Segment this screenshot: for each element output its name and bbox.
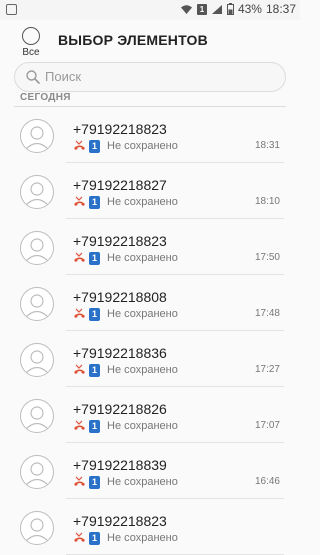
contact-avatar-icon (20, 511, 54, 545)
phone-number: +79192218836 (73, 345, 167, 361)
call-time: 17:48 (254, 308, 280, 319)
phone-number: +79192218823 (73, 233, 167, 249)
missed-call-icon (73, 476, 86, 494)
phone-number: +79192218823 (73, 121, 167, 137)
sim-badge: 1 (89, 252, 100, 265)
contact-status: Не сохранено (107, 476, 178, 488)
missed-call-icon (73, 532, 86, 550)
sim-badge: 1 (89, 196, 100, 209)
call-log-list: +79192218823 1 Не сохранено 18:31 +791922188… (0, 107, 300, 555)
contact-avatar-icon (20, 343, 54, 377)
contact-status: Не сохранено (107, 196, 178, 208)
missed-call-icon (73, 420, 86, 438)
contact-avatar-icon (20, 287, 54, 321)
missed-call-icon (73, 140, 86, 158)
call-log-item[interactable]: +79192218823 1 Не сохранено (0, 499, 300, 555)
call-time: 16:46 (254, 476, 280, 487)
missed-call-icon (73, 252, 86, 270)
sim-badge: 1 (89, 420, 100, 433)
sim-badge: 1 (89, 140, 100, 153)
search-input[interactable]: Поиск (14, 62, 286, 92)
contact-status: Не сохранено (107, 252, 178, 264)
phone-number: +79192218808 (73, 289, 167, 305)
call-log-item[interactable]: +79192218808 1 Не сохранено 17:48 (0, 275, 300, 331)
phone-number: +79192218827 (73, 177, 167, 193)
contact-avatar-icon (20, 455, 54, 489)
signal-icon (211, 4, 222, 14)
call-log-item[interactable]: +79192218826 1 Не сохранено 17:07 (0, 387, 300, 443)
contact-status: Не сохранено (107, 420, 178, 432)
select-all-checkbox[interactable]: Все (19, 27, 43, 58)
page-title: ВЫБОР ЭЛЕМЕНТОВ (58, 32, 208, 48)
status-bar: 1 43% 18:37 (0, 0, 300, 20)
battery-percent: 43% (237, 2, 262, 16)
contact-avatar-icon (20, 119, 54, 153)
call-log-item[interactable]: +79192218823 1 Не сохранено 17:50 (0, 219, 300, 275)
contact-avatar-icon (20, 231, 54, 265)
header: Все ВЫБОР ЭЛЕМЕНТОВ (0, 20, 300, 62)
contact-status: Не сохранено (107, 364, 178, 376)
search-placeholder: Поиск (45, 69, 82, 84)
call-log-item[interactable]: +79192218836 1 Не сохранено 17:27 (0, 331, 300, 387)
sim-badge: 1 (89, 308, 100, 321)
call-time: 18:31 (254, 140, 280, 151)
contact-avatar-icon (20, 399, 54, 433)
wifi-icon (180, 4, 192, 14)
call-time: 17:50 (254, 252, 280, 263)
missed-call-icon (73, 308, 86, 326)
phone-number: +79192218823 (73, 513, 167, 529)
sim-indicator: 1 (196, 3, 207, 15)
search-icon (26, 70, 40, 84)
battery-icon (226, 3, 234, 15)
checkbox-circle-icon (22, 27, 40, 45)
call-log-item[interactable]: +79192218823 1 Не сохранено 18:31 (0, 107, 300, 163)
notification-icons (6, 4, 17, 15)
call-log-item[interactable]: +79192218839 1 Не сохранено 16:46 (0, 443, 300, 499)
call-log-item[interactable]: +79192218827 1 Не сохранено 18:10 (0, 163, 300, 219)
section-header-today: СЕГОДНЯ (20, 92, 71, 103)
clock: 18:37 (265, 2, 296, 16)
contact-status: Не сохранено (107, 140, 178, 152)
call-time: 18:10 (254, 196, 280, 207)
missed-call-icon (73, 364, 86, 382)
phone-number: +79192218839 (73, 457, 167, 473)
call-time: 17:27 (254, 364, 280, 375)
sim-badge: 1 (89, 476, 100, 489)
call-time: 17:07 (254, 420, 280, 431)
status-icons: 1 43% 18:37 (180, 2, 296, 16)
missed-call-icon (73, 196, 86, 214)
sim-badge: 1 (89, 364, 100, 377)
phone-number: +79192218826 (73, 401, 167, 417)
contact-status: Не сохранено (107, 308, 178, 320)
select-all-label: Все (22, 47, 40, 58)
contact-avatar-icon (20, 175, 54, 209)
notification-icon (6, 4, 17, 15)
